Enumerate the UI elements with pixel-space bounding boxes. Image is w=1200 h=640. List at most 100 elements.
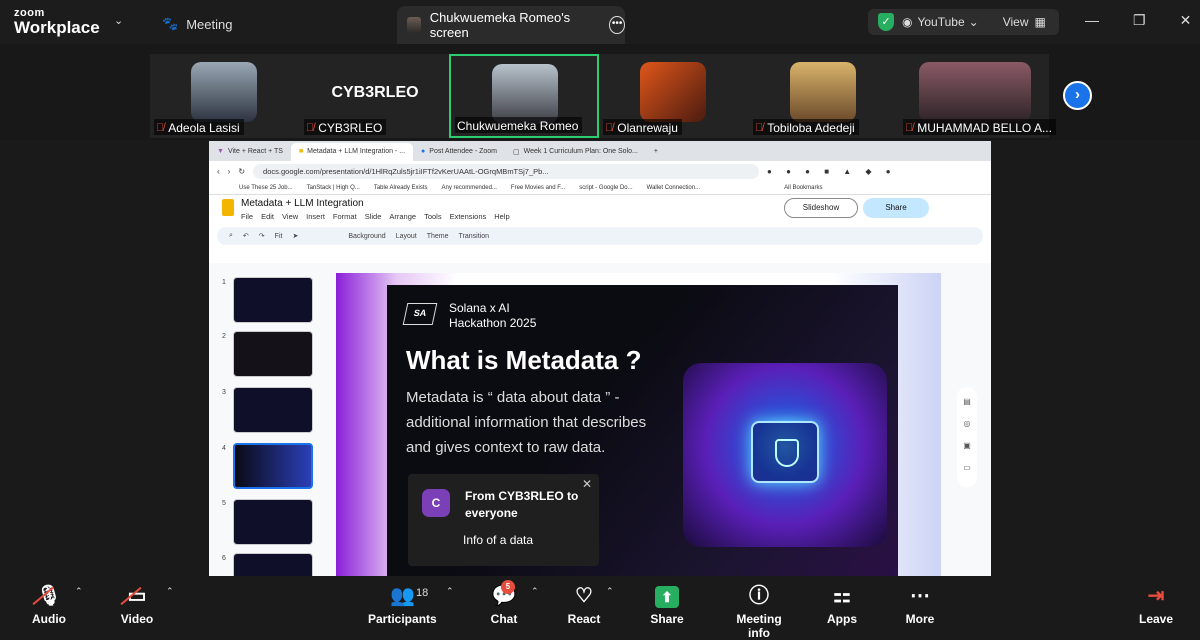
all-bookmarks[interactable]: All Bookmarks: [784, 185, 822, 191]
share-screen-button[interactable]: ⬆ Share: [648, 582, 686, 626]
keep-icon[interactable]: ▤: [963, 397, 971, 406]
participant-tile-active-speaker[interactable]: Chukwuemeka Romeo: [449, 54, 599, 138]
participant-tile[interactable]: 🎙̸ Adeola Lasisi: [150, 54, 300, 138]
slide-thumbnail-selected[interactable]: [233, 443, 313, 489]
extensions-icon[interactable]: ● ● ● ■ ▲ ◆ ●: [767, 167, 897, 176]
select-icon[interactable]: ➤: [292, 232, 298, 240]
vite-icon: ▼: [217, 148, 224, 155]
participant-name: Olanrewaju: [617, 120, 678, 135]
layout-button[interactable]: Layout: [396, 233, 417, 240]
grid-icon[interactable]: ▦: [1035, 15, 1046, 29]
menu-help[interactable]: Help: [494, 212, 509, 221]
bookmark[interactable]: script - Google Do...: [579, 185, 632, 191]
menu-arrange[interactable]: Arrange: [389, 212, 416, 221]
address-row: ‹ › ↻ docs.google.com/presentation/d/1Hl…: [209, 161, 991, 181]
chevron-up-icon[interactable]: ⌃: [606, 586, 614, 597]
next-page-button[interactable]: ›: [1063, 81, 1092, 110]
zoom-select[interactable]: Fit: [275, 233, 283, 240]
menu-format[interactable]: Format: [333, 212, 357, 221]
restore-icon[interactable]: ❐: [1133, 12, 1146, 29]
doc-title[interactable]: Metadata + LLM Integration: [241, 198, 364, 209]
theme-button[interactable]: Theme: [427, 233, 449, 240]
chevron-up-icon[interactable]: ⌃: [166, 586, 174, 597]
browser-tab[interactable]: ▼ Vite + React + TS: [209, 143, 291, 161]
slide-thumbnail[interactable]: [233, 499, 313, 545]
slide-thumbnail[interactable]: [233, 387, 313, 433]
slide-number: 2: [222, 333, 226, 340]
browser-tab-active[interactable]: ■ Metadata + LLM Integration - ...: [290, 143, 414, 161]
side-panel: ▤ ◎ ▣ ▭: [957, 387, 977, 487]
meeting-info-button[interactable]: ⓘ Meeting info: [724, 582, 794, 640]
audio-button[interactable]: 🎙 Audio: [32, 582, 66, 626]
transition-button[interactable]: Transition: [459, 233, 489, 240]
background-button[interactable]: Background: [348, 233, 385, 240]
apps-button[interactable]: ⚏ Apps: [826, 582, 858, 626]
chevron-down-icon[interactable]: ⌄: [114, 14, 123, 27]
menu-edit[interactable]: Edit: [261, 212, 274, 221]
bookmark[interactable]: Wallet Connection...: [647, 185, 700, 191]
participant-tile[interactable]: 🎙̸ MUHAMMAD BELLO A...: [899, 54, 1056, 138]
close-icon[interactable]: ✕: [582, 477, 592, 491]
slide-thumbnail[interactable]: [233, 331, 313, 377]
slide-thumbnail[interactable]: [233, 277, 313, 323]
slideshow-button[interactable]: Slideshow: [784, 198, 858, 218]
tasks-icon[interactable]: ◎: [964, 419, 971, 428]
back-icon[interactable]: ‹: [217, 167, 220, 176]
bookmark[interactable]: Free Movies and F...: [511, 185, 565, 191]
browser-tab[interactable]: ● Post Attendee - Zoom: [413, 143, 505, 161]
browser-tab-label: Metadata + LLM Integration - ...: [307, 148, 406, 155]
slide-filmstrip: 1 2 3 4 5 6: [209, 263, 327, 576]
chevron-down-icon[interactable]: ⌄: [969, 15, 979, 29]
chevron-up-icon[interactable]: ⌃: [531, 586, 539, 597]
view-button[interactable]: View: [1003, 15, 1029, 29]
menu-insert[interactable]: Insert: [306, 212, 325, 221]
browser-tab-label: Vite + React + TS: [227, 148, 283, 155]
chevron-up-icon[interactable]: ⌃: [75, 586, 83, 597]
menu-view[interactable]: View: [282, 212, 298, 221]
menu-file[interactable]: File: [241, 212, 253, 221]
folder-icon[interactable]: ▭: [963, 463, 971, 472]
bookmark[interactable]: TanStack | High Q...: [307, 185, 360, 191]
more-button[interactable]: ⋯ More: [902, 582, 938, 626]
meeting-menu[interactable]: 🐾 Meeting: [162, 16, 232, 32]
share-button[interactable]: Share: [863, 198, 929, 218]
bookmark[interactable]: Table Already Exists: [374, 185, 428, 191]
menu-extensions[interactable]: Extensions: [450, 212, 487, 221]
screen-share-tab[interactable]: Chukwuemeka Romeo's screen •••: [397, 6, 625, 44]
leave-button[interactable]: ⇥ Leave: [1138, 582, 1174, 626]
menu-tools[interactable]: Tools: [424, 212, 442, 221]
chat-button[interactable]: 💬 5 Chat: [488, 580, 520, 626]
info-icon: ⓘ: [749, 585, 769, 607]
heart-icon: ♡: [575, 585, 593, 607]
forward-icon[interactable]: ›: [228, 167, 231, 176]
participant-strip: 🎙̸ Adeola Lasisi CYB3RLEO 🎙̸ CYB3RLEO Chuk…: [0, 44, 1200, 140]
video-button[interactable]: ▭ Video: [120, 582, 154, 626]
close-icon[interactable]: ✕: [1180, 12, 1192, 29]
url-bar[interactable]: docs.google.com/presentation/d/1HlRqZuls…: [253, 163, 760, 179]
participant-tile[interactable]: 🎙̸ Olanrewaju: [599, 54, 749, 138]
undo-icon[interactable]: ↶: [243, 232, 249, 240]
youtube-label[interactable]: YouTube: [917, 15, 964, 29]
bookmark[interactable]: Any recommended...: [442, 185, 497, 191]
share-screen-icon: ⬆: [655, 586, 679, 608]
chat-badge: 5: [501, 580, 515, 594]
redo-icon[interactable]: ↷: [259, 232, 265, 240]
react-button[interactable]: ♡ React: [566, 582, 602, 626]
browser-tab-bar: ▼ Vite + React + TS ■ Metadata + LLM Integ…: [209, 141, 991, 161]
chip-icon: [751, 421, 819, 483]
slide-thumbnail[interactable]: [233, 553, 313, 576]
participant-tile[interactable]: 🎙̸ Tobiloba Adedeji: [749, 54, 899, 138]
reload-icon[interactable]: ↻: [238, 167, 245, 176]
participant-tile[interactable]: CYB3RLEO 🎙̸ CYB3RLEO: [300, 54, 450, 138]
bookmark[interactable]: Use These 25 Job...: [239, 185, 293, 191]
new-tab-icon[interactable]: +: [646, 143, 666, 161]
minimize-icon[interactable]: —: [1085, 12, 1099, 29]
google-slides-icon[interactable]: [222, 199, 234, 216]
browser-tab[interactable]: ▢ Week 1 Curriculum Plan: One Solo...: [505, 143, 646, 161]
contacts-icon[interactable]: ▣: [963, 441, 971, 450]
chevron-up-icon[interactable]: ⌃: [446, 586, 454, 597]
chat-notification[interactable]: C From CYB3RLEO to everyone Info of a da…: [408, 474, 599, 566]
more-options-icon[interactable]: •••: [609, 16, 625, 34]
menu-slide[interactable]: Slide: [365, 212, 382, 221]
search-icon[interactable]: ⌕: [229, 232, 233, 240]
